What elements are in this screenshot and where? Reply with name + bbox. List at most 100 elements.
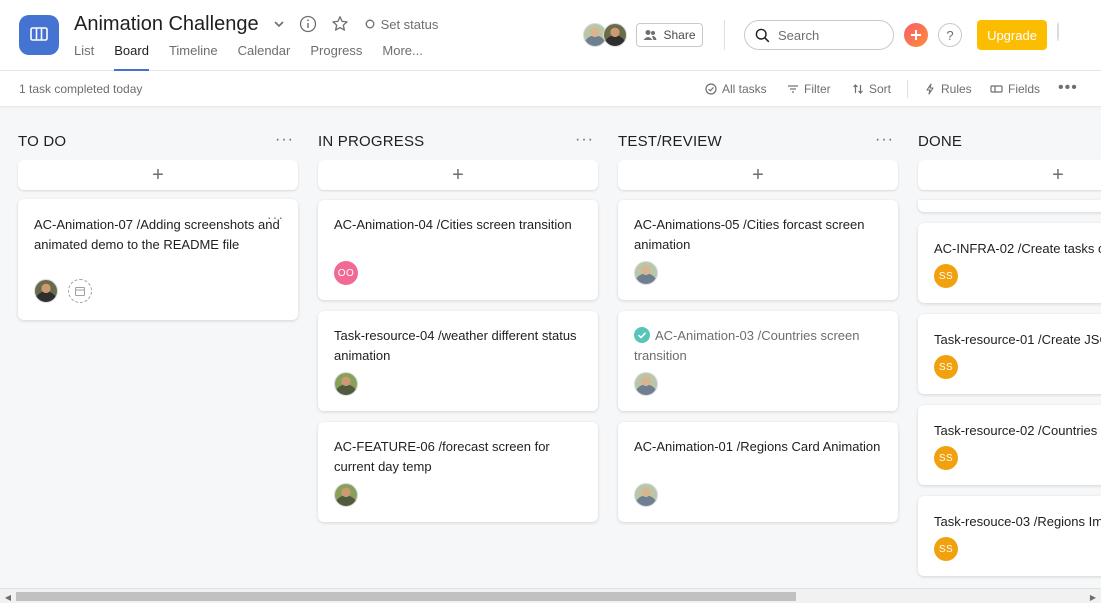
scroll-right-icon[interactable]: ▶ (1088, 592, 1098, 602)
help-button[interactable]: ? (938, 23, 962, 47)
fields-button[interactable]: Fields (990, 81, 1040, 97)
rules-label: Rules (941, 82, 972, 96)
calendar-icon[interactable] (68, 279, 92, 303)
task-name: AC-Animation-07 /Adding screenshots and … (34, 217, 280, 252)
project-title[interactable]: Animation Challenge (74, 13, 259, 36)
task-name-completed: AC-Animation-03 /Countries screen transi… (634, 326, 884, 366)
completed-today-text: 1 task completed today (19, 82, 143, 96)
assignee-avatar[interactable] (634, 261, 658, 285)
task-name-text: AC-Animation-03 /Countries screen transi… (634, 328, 860, 363)
task-card[interactable]: AC-Animations-05 /Cities forcast screen … (618, 200, 898, 300)
task-name: AC-FEATURE-06 /forecast screen for curre… (334, 439, 550, 474)
assignee-avatar[interactable]: SS (934, 446, 958, 470)
filter-button[interactable]: Filter (787, 81, 831, 97)
search-box[interactable] (744, 20, 894, 50)
task-name: Task-resource-02 /Countries f (934, 423, 1101, 438)
task-card-partial[interactable] (918, 200, 1101, 212)
board: TO DO ··· + AC-Animation-07 /Adding scree… (0, 107, 1101, 588)
project-members[interactable] (583, 23, 627, 47)
share-button[interactable]: Share (636, 23, 703, 47)
assignee-avatar[interactable]: SS (934, 537, 958, 561)
tab-progress[interactable]: Progress (310, 43, 362, 71)
task-card[interactable]: AC-Animation-03 /Countries screen transi… (618, 311, 898, 411)
assignee-avatar[interactable]: SS (934, 355, 958, 379)
share-label: Share (663, 28, 696, 42)
task-name: Task-resource-04 /weather different stat… (334, 328, 577, 363)
header-divider (724, 20, 725, 50)
tab-list[interactable]: List (74, 43, 94, 71)
assignee-avatar[interactable] (34, 279, 58, 303)
assignee-initials: SS (934, 537, 958, 561)
add-task-button[interactable]: + (618, 160, 898, 190)
column-in-progress: IN PROGRESS ··· + AC-Animation-04 /Cities… (318, 107, 598, 588)
assignee-initials: OO (334, 261, 358, 285)
check-circle-icon (705, 83, 717, 95)
task-name: AC-Animations-05 /Cities forcast screen … (634, 217, 865, 252)
column-title: IN PROGRESS (318, 132, 425, 150)
task-name: AC-INFRA-02 /Create tasks or (934, 241, 1101, 256)
assignee-avatar[interactable] (634, 483, 658, 507)
task-card[interactable]: Task-resource-04 /weather different stat… (318, 311, 598, 411)
fields-label: Fields (1008, 82, 1041, 96)
tab-more[interactable]: More... (382, 43, 422, 71)
tab-timeline[interactable]: Timeline (169, 43, 218, 71)
task-card[interactable]: Task-resource-01 /Create JSO SS (918, 314, 1101, 394)
task-card[interactable]: Task-resource-02 /Countries f SS (918, 405, 1101, 485)
people-icon (643, 30, 657, 40)
column-more-icon[interactable]: ··· (575, 131, 594, 149)
assignee-initials: SS (934, 446, 958, 470)
upgrade-button[interactable]: Upgrade (977, 20, 1047, 50)
sort-label: Sort (869, 82, 892, 96)
task-card[interactable]: AC-Animation-01 /Regions Card Animation (618, 422, 898, 522)
search-input[interactable] (778, 27, 878, 43)
filter-icon (788, 85, 798, 93)
user-avatar[interactable] (1057, 22, 1059, 41)
assignee-avatar[interactable] (634, 372, 658, 396)
completed-check-icon[interactable] (634, 327, 650, 343)
rules-button[interactable]: Rules (924, 81, 972, 97)
lightning-icon (926, 83, 934, 95)
scrollbar-thumb[interactable] (16, 592, 796, 601)
sort-button[interactable]: Sort (852, 81, 891, 97)
card-more-icon[interactable]: ··· (267, 209, 284, 225)
column-test-review: TEST/REVIEW ··· + AC-Animations-05 /Citie… (618, 107, 898, 588)
scroll-left-icon[interactable]: ◀ (3, 592, 13, 602)
assignee-avatar[interactable]: SS (934, 264, 958, 288)
task-card[interactable]: AC-FEATURE-06 /forecast screen for curre… (318, 422, 598, 522)
project-board-icon[interactable] (19, 15, 59, 55)
view-tabs: List Board Timeline Calendar Progress Mo… (74, 43, 443, 71)
quick-add-button[interactable] (904, 23, 928, 47)
star-icon[interactable] (331, 15, 349, 33)
filter-label: Filter (804, 82, 831, 96)
search-icon (755, 28, 770, 42)
info-icon[interactable] (299, 15, 317, 33)
assignee-avatar[interactable] (334, 372, 358, 396)
column-more-icon[interactable]: ··· (275, 131, 294, 149)
tab-calendar[interactable]: Calendar (238, 43, 291, 71)
add-task-button[interactable]: + (318, 160, 598, 190)
assignee-initials: SS (934, 264, 958, 288)
set-status-button[interactable]: Set status (365, 16, 439, 32)
tab-board[interactable]: Board (114, 43, 149, 71)
top-header: Animation Challenge Set status List Boar… (0, 0, 1101, 71)
task-card[interactable]: AC-INFRA-02 /Create tasks or SS (918, 223, 1101, 303)
help-label: ? (946, 27, 954, 43)
assignee-avatar[interactable] (334, 483, 358, 507)
column-more-icon[interactable]: ··· (875, 131, 894, 149)
column-title: TO DO (18, 132, 67, 150)
add-task-button[interactable]: + (18, 160, 298, 190)
task-card[interactable]: AC-Animation-07 /Adding screenshots and … (18, 199, 298, 320)
status-circle-icon (365, 19, 375, 29)
add-task-button[interactable]: + (918, 160, 1101, 190)
more-options-icon[interactable]: ••• (1058, 79, 1078, 96)
column-title: DONE (918, 132, 963, 150)
all-tasks-button[interactable]: All tasks (705, 81, 767, 97)
task-card[interactable]: Task-resouce-03 /Regions Ima SS (918, 496, 1101, 576)
horizontal-scrollbar[interactable]: ◀ ▶ (0, 588, 1101, 603)
assignee-avatar[interactable]: OO (334, 261, 358, 285)
set-status-label: Set status (380, 16, 439, 32)
chevron-down-icon[interactable] (273, 18, 285, 30)
plus-icon (911, 30, 921, 40)
task-card[interactable]: AC-Animation-04 /Cities screen transitio… (318, 200, 598, 300)
column-todo: TO DO ··· + AC-Animation-07 /Adding scree… (18, 107, 298, 588)
